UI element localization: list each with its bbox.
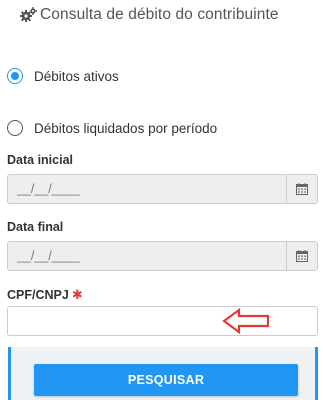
gears-icon: [20, 7, 37, 23]
cpf-cnpj-label: CPF/CNPJ ✱: [7, 287, 83, 303]
data-inicial-label: Data inicial: [7, 153, 73, 167]
data-final-group: [7, 241, 318, 271]
required-mark: ✱: [71, 287, 83, 302]
radio-label: Débitos ativos: [34, 68, 119, 84]
search-button[interactable]: PESQUISAR: [34, 364, 298, 396]
page-title: Consulta de débito do contribuinte: [40, 6, 279, 23]
calendar-icon[interactable]: [286, 174, 318, 204]
radio-checked-icon[interactable]: [7, 68, 23, 84]
data-inicial-group: [7, 174, 318, 204]
calendar-icon[interactable]: [286, 241, 318, 271]
radio-debitos-liquidados[interactable]: Débitos liquidados por período: [7, 120, 217, 136]
radio-unchecked-icon[interactable]: [7, 120, 23, 136]
page-header: Consulta de débito do contribuinte: [20, 4, 279, 26]
data-inicial-input[interactable]: [7, 174, 286, 204]
cpf-cnpj-label-text: CPF/CNPJ: [7, 288, 69, 302]
radio-label: Débitos liquidados por período: [34, 120, 218, 136]
cpf-cnpj-input[interactable]: [7, 306, 318, 336]
radio-debitos-ativos[interactable]: Débitos ativos: [7, 68, 119, 84]
data-final-input[interactable]: [7, 241, 286, 271]
data-final-label: Data final: [7, 220, 64, 234]
red-arrow-left-icon: [222, 307, 270, 339]
